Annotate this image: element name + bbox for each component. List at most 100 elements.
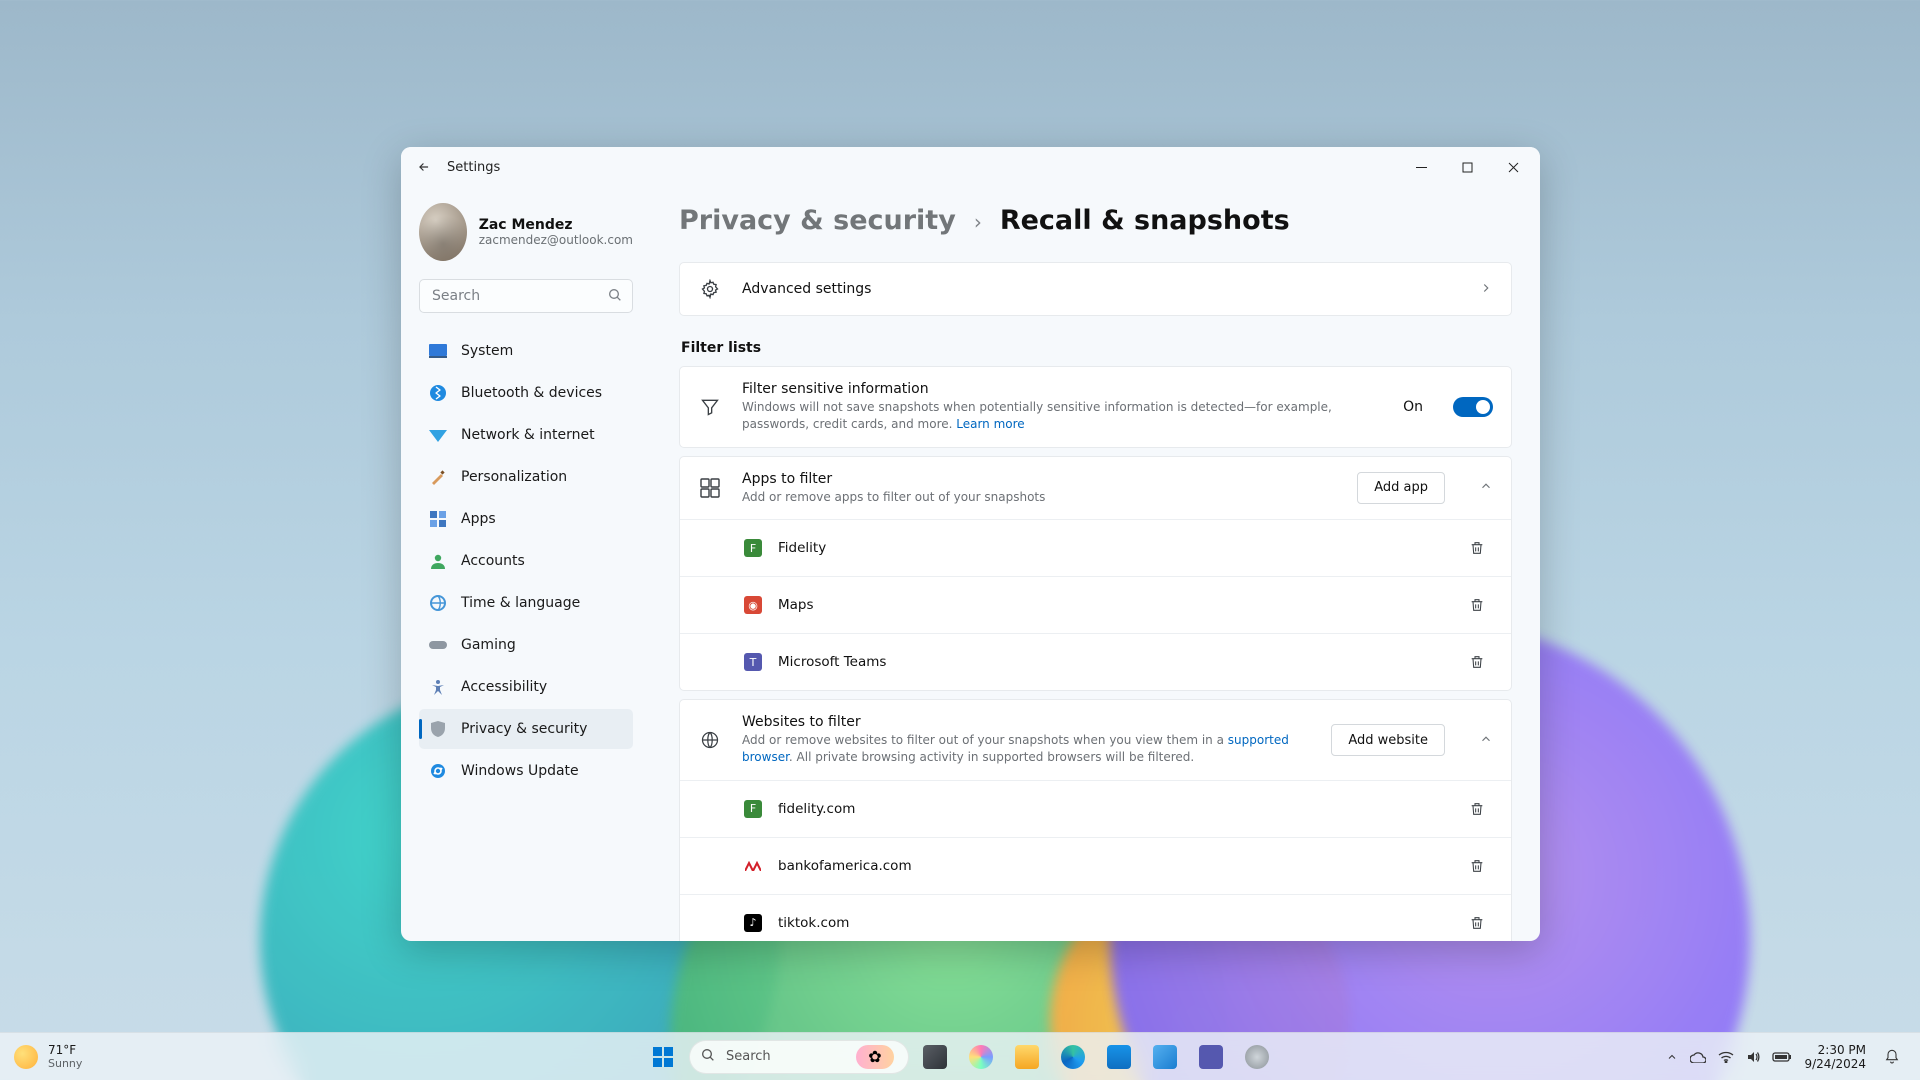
taskbar-app-outlook[interactable]: [1145, 1037, 1185, 1077]
sidebar-item-label: Apps: [461, 511, 496, 527]
tray-battery-icon[interactable]: [1772, 1051, 1792, 1063]
taskbar-search[interactable]: Search ✿: [689, 1040, 909, 1074]
main-content: Privacy & security › Recall & snapshots …: [651, 187, 1540, 941]
taskbar-app-teams[interactable]: [1191, 1037, 1231, 1077]
learn-more-link[interactable]: Learn more: [956, 417, 1024, 431]
taskbar-app-store[interactable]: [1099, 1037, 1139, 1077]
add-app-button[interactable]: Add app: [1357, 472, 1445, 504]
clock-time: 2:30 PM: [1804, 1043, 1866, 1057]
search-highlight-icon: ✿: [856, 1045, 894, 1069]
clock-date: 9/24/2024: [1804, 1057, 1866, 1071]
system-tray[interactable]: [1666, 1050, 1792, 1064]
sidebar-item-personalization[interactable]: Personalization: [419, 457, 633, 497]
site-name: bankofamerica.com: [778, 858, 1445, 874]
window-close-button[interactable]: [1490, 147, 1536, 187]
sidebar-item-system[interactable]: System: [419, 331, 633, 371]
taskbar-search-placeholder: Search: [726, 1049, 846, 1064]
accounts-icon: [429, 552, 447, 570]
sidebar-item-apps[interactable]: Apps: [419, 499, 633, 539]
gaming-icon: [429, 636, 447, 654]
network-icon: [429, 426, 447, 444]
taskbar-app-edge[interactable]: [1053, 1037, 1093, 1077]
profile-block[interactable]: Zac Mendez zacmendez@outlook.com: [419, 203, 633, 261]
sidebar-item-label: Accessibility: [461, 679, 547, 695]
advanced-settings-row[interactable]: Advanced settings: [679, 262, 1512, 316]
start-button[interactable]: [643, 1037, 683, 1077]
sidebar-item-windows-update[interactable]: Windows Update: [419, 751, 633, 791]
sidebar-item-label: Network & internet: [461, 427, 595, 443]
delete-website-button[interactable]: [1461, 793, 1493, 825]
taskview-icon: [923, 1045, 947, 1069]
sidebar-item-bluetooth[interactable]: Bluetooth & devices: [419, 373, 633, 413]
sidebar-item-label: Privacy & security: [461, 721, 587, 737]
app-name: Fidelity: [778, 540, 1445, 556]
sidebar-item-network[interactable]: Network & internet: [419, 415, 633, 455]
delete-app-button[interactable]: [1461, 589, 1493, 621]
websites-filter-panel: Websites to filter Add or remove website…: [679, 699, 1512, 941]
sidebar-item-accounts[interactable]: Accounts: [419, 541, 633, 581]
apps-filter-panel: Apps to filter Add or remove apps to fil…: [679, 456, 1512, 692]
gear-icon: [698, 277, 722, 301]
sidebar: Zac Mendez zacmendez@outlook.com System …: [401, 187, 651, 941]
window-minimize-button[interactable]: [1398, 147, 1444, 187]
taskbar-center: Search ✿: [643, 1037, 1277, 1077]
delete-app-button[interactable]: [1461, 646, 1493, 678]
sidebar-item-time-language[interactable]: Time & language: [419, 583, 633, 623]
filter-sensitive-desc-text: Windows will not save snapshots when pot…: [742, 400, 1332, 431]
notifications-button[interactable]: [1878, 1043, 1906, 1071]
taskbar-app-settings[interactable]: [1237, 1037, 1277, 1077]
search-input[interactable]: [419, 279, 633, 313]
weather-icon: [14, 1045, 38, 1069]
sidebar-item-accessibility[interactable]: Accessibility: [419, 667, 633, 707]
outlook-icon: [1153, 1045, 1177, 1069]
sidebar-item-label: Personalization: [461, 469, 567, 485]
websites-filter-desc-prefix: Add or remove websites to filter out of …: [742, 733, 1228, 747]
sidebar-item-gaming[interactable]: Gaming: [419, 625, 633, 665]
add-website-button[interactable]: Add website: [1331, 724, 1445, 756]
globe-icon: [698, 728, 722, 752]
app-name: Maps: [778, 597, 1445, 613]
taskbar-clock[interactable]: 2:30 PM 9/24/2024: [1804, 1043, 1866, 1071]
chevron-up-icon[interactable]: [1479, 731, 1493, 750]
apps-filter-title: Apps to filter: [742, 471, 1337, 487]
breadcrumb: Privacy & security › Recall & snapshots: [679, 205, 1512, 236]
filter-sensitive-toggle[interactable]: [1453, 397, 1493, 417]
delete-website-button[interactable]: [1461, 850, 1493, 882]
filter-icon: [698, 395, 722, 419]
taskbar-app-explorer[interactable]: [1007, 1037, 1047, 1077]
back-button[interactable]: [411, 154, 437, 180]
sidebar-item-privacy-security[interactable]: Privacy & security: [419, 709, 633, 749]
app-filter-row: T Microsoft Teams: [680, 633, 1511, 690]
delete-website-button[interactable]: [1461, 907, 1493, 939]
page-title: Recall & snapshots: [1000, 205, 1290, 236]
privacy-security-icon: [429, 720, 447, 738]
taskbar-app-copilot[interactable]: [961, 1037, 1001, 1077]
tray-onedrive-icon[interactable]: [1690, 1051, 1706, 1063]
weather-temp: 71°F: [48, 1043, 82, 1057]
filter-lists-heading: Filter lists: [681, 340, 1512, 356]
website-filter-row: F fidelity.com: [680, 780, 1511, 837]
settings-window: Settings Zac Mendez zacmendez@outlook.co…: [401, 147, 1540, 941]
time-language-icon: [429, 594, 447, 612]
profile-email: zacmendez@outlook.com: [479, 233, 633, 247]
breadcrumb-parent[interactable]: Privacy & security: [679, 205, 956, 236]
websites-filter-desc: Add or remove websites to filter out of …: [742, 732, 1311, 766]
chevron-up-icon[interactable]: [1479, 478, 1493, 497]
tray-chevron-icon[interactable]: [1666, 1051, 1678, 1063]
chevron-right-icon: [1479, 280, 1493, 299]
tray-volume-icon[interactable]: [1746, 1050, 1760, 1064]
taskbar-app-taskview[interactable]: [915, 1037, 955, 1077]
tray-wifi-icon[interactable]: [1718, 1051, 1734, 1063]
search-icon: [607, 287, 623, 307]
websites-filter-desc-suffix: . All private browsing activity in suppo…: [789, 750, 1194, 764]
bluetooth-icon: [429, 384, 447, 402]
app-filter-row: ◉ Maps: [680, 576, 1511, 633]
site-name: fidelity.com: [778, 801, 1445, 817]
sidebar-nav: System Bluetooth & devices Network & int…: [419, 331, 633, 791]
delete-app-button[interactable]: [1461, 532, 1493, 564]
store-icon: [1107, 1045, 1131, 1069]
window-maximize-button[interactable]: [1444, 147, 1490, 187]
chevron-right-icon: ›: [974, 210, 982, 234]
toggle-state-label: On: [1403, 399, 1423, 415]
taskbar-weather[interactable]: 71°F Sunny: [0, 1043, 82, 1070]
